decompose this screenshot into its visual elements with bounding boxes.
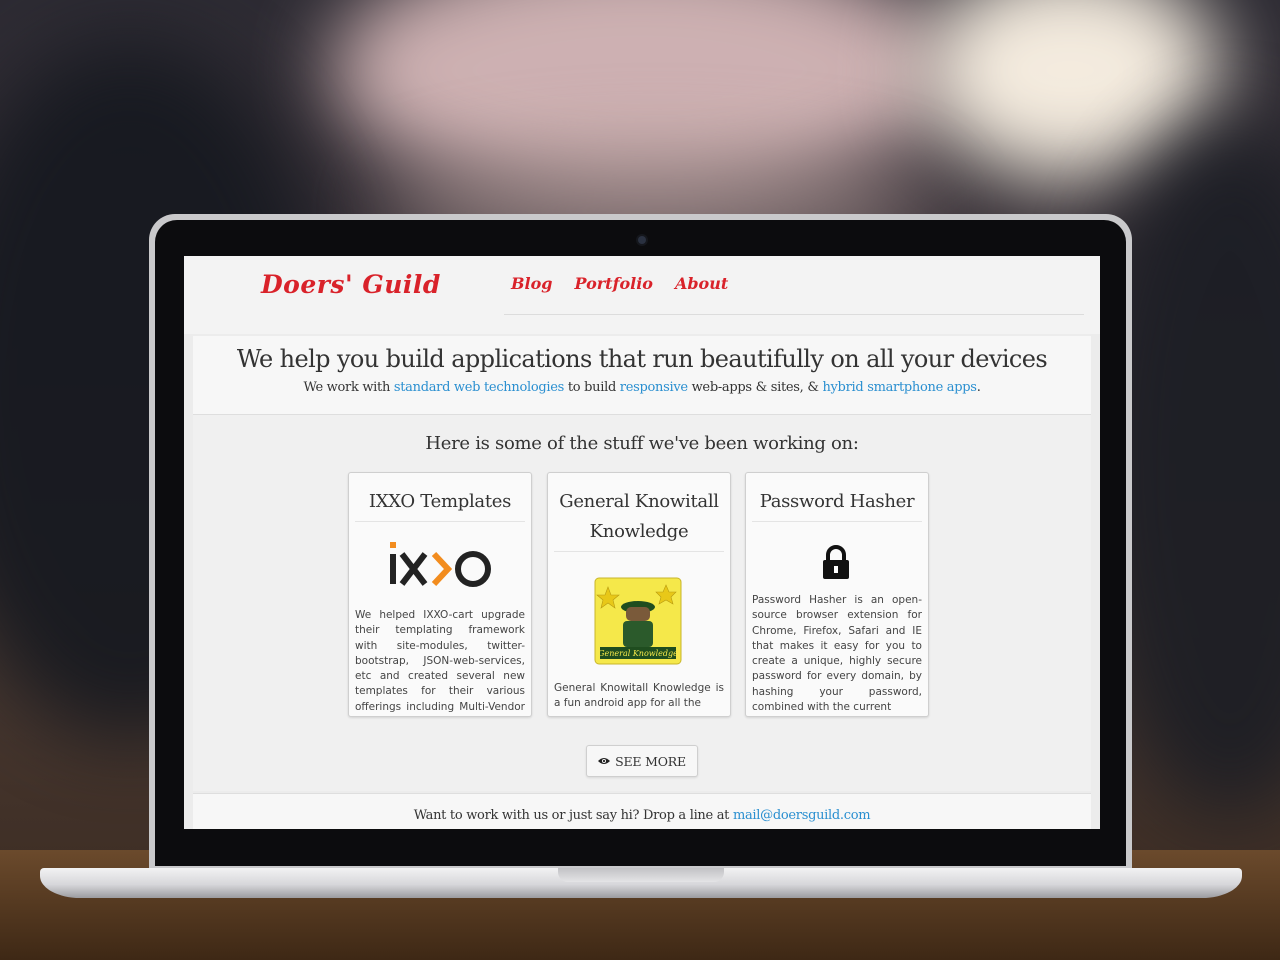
footer: Want to work with us or just say hi? Dro… <box>193 793 1091 829</box>
nav-blog[interactable]: Blog <box>511 274 552 293</box>
camera-icon <box>638 236 646 244</box>
laptop-screen: Doers' Guild Blog Portfolio About We hel… <box>184 256 1100 829</box>
intro-text: to build <box>564 380 620 395</box>
link-hybrid-apps[interactable]: hybrid smartphone apps <box>822 380 977 395</box>
footer-text: Want to work with us or just say hi? Dro… <box>413 808 733 823</box>
general-knowledge-logo: General Knowledge <box>594 577 682 665</box>
card-description: Password Hasher is an open-source browse… <box>752 594 922 714</box>
nav-portfolio[interactable]: Portfolio <box>574 274 652 293</box>
intro-text: web-apps & sites, & <box>687 380 823 395</box>
email-link[interactable]: mail@doersguild.com <box>733 808 871 823</box>
intro-text: . <box>976 380 981 395</box>
portfolio-section: Here is some of the stuff we've been wor… <box>193 415 1091 791</box>
eye-icon <box>598 758 611 764</box>
laptop-notch <box>558 868 724 882</box>
see-more-label: SEE MORE <box>615 753 686 769</box>
portfolio-heading: Here is some of the stuff we've been wor… <box>425 433 859 454</box>
card-title[interactable]: Password Hasher <box>752 473 922 522</box>
ixxo-logo <box>390 542 491 587</box>
nav-about[interactable]: About <box>675 274 728 293</box>
card-description: We helped IXXO-cart upgrade their templa… <box>355 609 525 713</box>
site-logo[interactable]: Doers' Guild <box>261 270 441 299</box>
project-card-ixxo[interactable]: IXXO Templates We helped IXXO-cart upgra… <box>348 472 532 717</box>
link-web-technologies[interactable]: standard web technologies <box>394 380 564 395</box>
site-header: Doers' Guild Blog Portfolio About <box>184 256 1100 334</box>
lock-icon <box>823 545 849 579</box>
hero-section: We help you build applications that run … <box>193 336 1091 415</box>
gk-logo-text: General Knowledge <box>598 649 678 658</box>
see-more-button[interactable]: SEE MORE <box>586 745 698 777</box>
project-card-general-knowledge[interactable]: General Knowitall Knowledge General Know… <box>547 472 731 717</box>
main-nav: Blog Portfolio About <box>511 274 728 293</box>
card-description: General Knowitall Knowledge is a fun and… <box>554 682 724 710</box>
hero-headline: We help you build applications that run … <box>236 345 1048 373</box>
project-card-password-hasher[interactable]: Password Hasher Password Hasher is an op… <box>745 472 929 717</box>
nav-divider <box>504 314 1084 315</box>
card-title[interactable]: IXXO Templates <box>355 473 525 522</box>
link-responsive[interactable]: responsive <box>620 380 688 395</box>
card-title[interactable]: General Knowitall Knowledge <box>554 473 724 552</box>
hero-intro: We work with standard web technologies t… <box>193 380 1091 395</box>
footer-contact: Want to work with us or just say hi? Dro… <box>193 808 1091 823</box>
intro-text: We work with <box>303 380 394 395</box>
